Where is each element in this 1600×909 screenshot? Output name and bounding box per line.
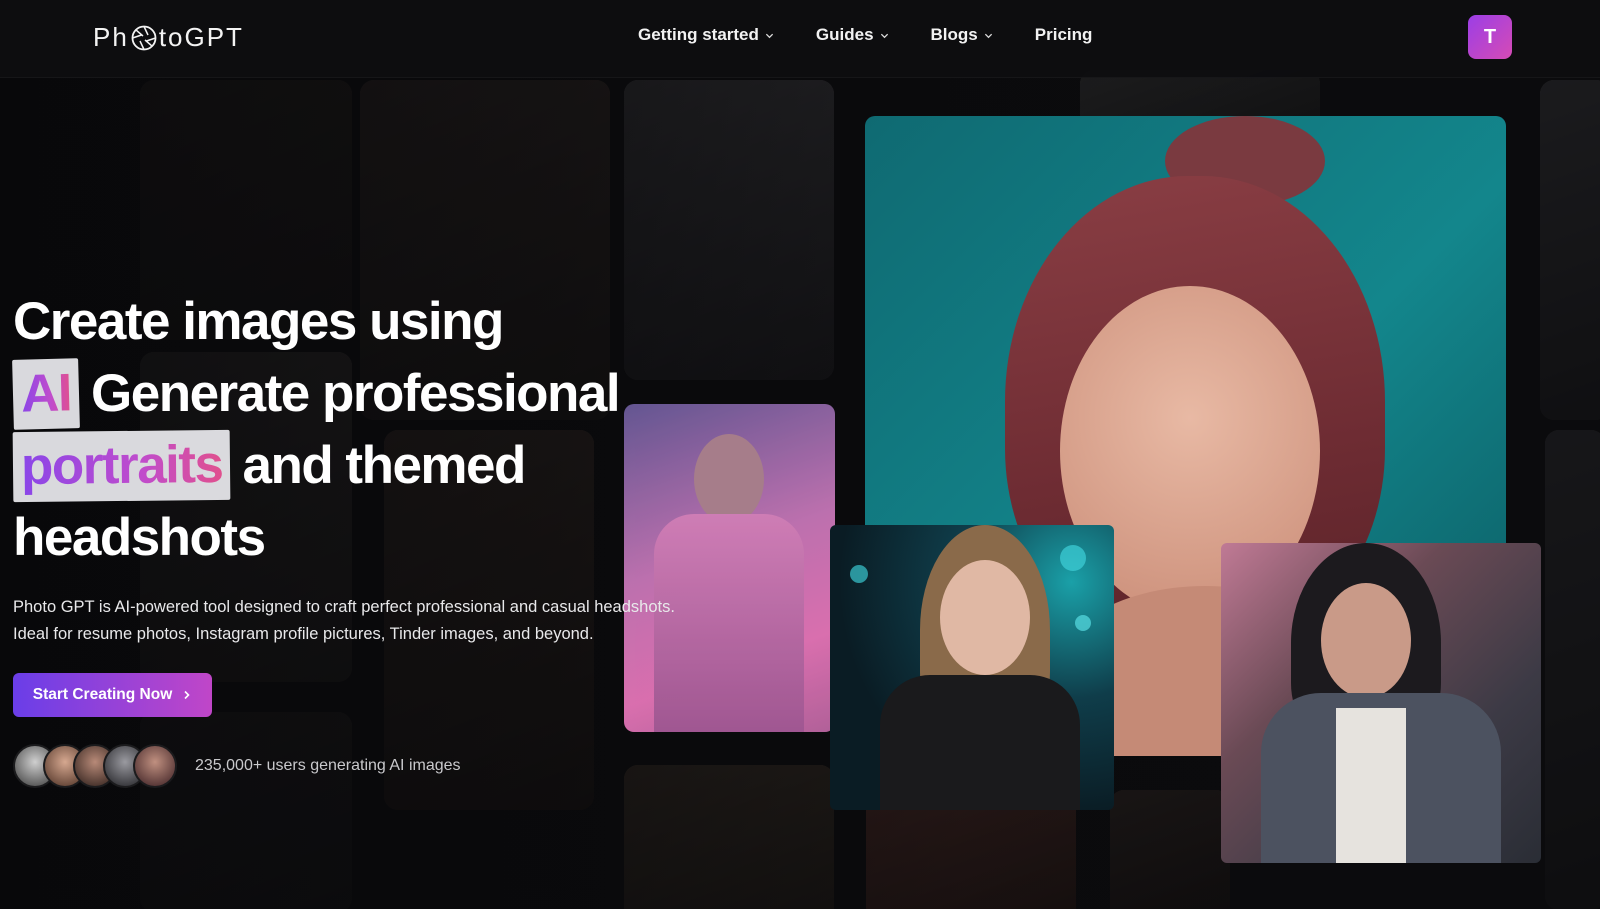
chevron-down-icon [765,33,774,38]
hero-description: Photo GPT is AI-powered tool designed to… [13,594,733,648]
cta-label: Start Creating Now [32,686,173,703]
hero-section: Create images using AI Generate professi… [12,286,713,788]
nav-label: Blogs [930,25,978,44]
description-line: Photo GPT is AI-powered tool designed to… [13,598,675,616]
highlight-ai-text: AI [20,363,72,424]
bokeh-light [850,565,868,583]
user-avatar-button[interactable]: T [1468,15,1512,59]
main-menu: Getting started Guides Blogs Pricing [638,25,1134,45]
nav-blogs[interactable]: Blogs [931,25,993,45]
chevron-down-icon [984,33,992,38]
nav-getting-started[interactable]: Getting started [638,25,774,45]
highlight-portraits-text: portraits [20,434,223,497]
nav-label: Pricing [1034,25,1093,44]
top-navbar: Ph toGPT Getting started Guides Blogs Pr… [0,0,1600,78]
chevron-right-icon [184,690,190,700]
user-avatars [13,744,177,788]
headline-line-2: AI Generate professional [12,358,713,430]
description-line: Ideal for resume photos, Instagram profi… [13,625,594,643]
nav-label: Getting started [638,25,759,44]
bokeh-light [1060,545,1086,571]
logo-text-right: toGPT [158,22,244,52]
portrait-photo-glasses [830,525,1114,810]
nav-pricing[interactable]: Pricing [1035,25,1093,45]
nav-label: Guides [815,25,874,44]
headline-text: headshots [13,508,266,567]
avatar-initial: T [1483,25,1497,48]
headline-line-4: headshots [13,502,713,574]
headline-text: and themed [242,436,526,495]
nav-guides[interactable]: Guides [816,25,889,45]
chevron-down-icon [880,33,888,38]
hero-headline: Create images using AI Generate professi… [12,286,713,574]
headline-text: Generate professional [91,364,621,423]
headline-line-1: Create images using [13,286,713,358]
highlight-portraits: portraits [12,429,231,503]
portrait-face [1321,583,1411,698]
users-count-text: 235,000+ users generating AI images [195,757,461,774]
portrait-photo-denim [1221,543,1541,863]
start-creating-button[interactable]: Start Creating Now [13,673,212,717]
headline-text: Create images using [13,292,504,351]
bokeh-light [1075,615,1091,631]
logo-text-left: Ph [93,22,129,52]
camera-aperture-icon [131,25,157,50]
highlight-ai: AI [12,358,80,430]
headline-line-3: portraits and themed [12,429,713,503]
social-proof: 235,000+ users generating AI images [13,744,461,788]
portrait-shirt [1336,708,1406,863]
portrait-face [940,560,1030,675]
logo[interactable]: Ph toGPT [93,22,244,53]
avatar [133,744,177,788]
portrait-jacket [880,675,1080,810]
